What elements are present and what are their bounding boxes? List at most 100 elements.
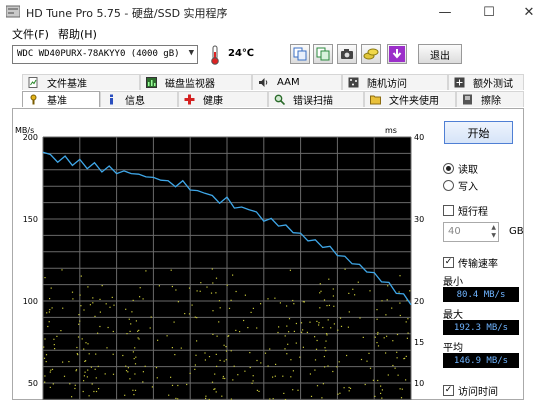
tab-aam[interactable]: AAM bbox=[252, 74, 342, 90]
short-stroke-option[interactable]: 短行程 bbox=[443, 203, 488, 218]
access-time-point bbox=[45, 361, 47, 363]
options-button[interactable] bbox=[361, 44, 381, 64]
copy-text-button[interactable] bbox=[290, 44, 310, 64]
access-time-point bbox=[63, 375, 66, 377]
access-time-point bbox=[338, 361, 340, 363]
read-option[interactable]: 读取 bbox=[443, 161, 478, 176]
tab-file-benchmark[interactable]: 文件基准 bbox=[22, 74, 140, 90]
access-time-option[interactable]: ✓ 访问时间 bbox=[443, 383, 498, 398]
screenshot-button[interactable] bbox=[337, 44, 357, 64]
copy-image-button[interactable] bbox=[313, 44, 333, 64]
y-tick-left: 200 bbox=[23, 133, 38, 142]
access-time-checkbox[interactable]: ✓ bbox=[443, 385, 454, 396]
health-icon bbox=[183, 94, 195, 106]
access-time-point bbox=[223, 344, 225, 346]
access-time-point bbox=[194, 316, 196, 318]
access-time-point bbox=[44, 277, 46, 279]
access-time-point bbox=[194, 368, 196, 370]
access-time-point bbox=[230, 299, 232, 301]
access-time-point bbox=[332, 370, 334, 373]
read-radio[interactable] bbox=[443, 163, 454, 174]
access-time-point bbox=[244, 370, 246, 372]
access-time-point bbox=[93, 390, 95, 393]
short-stroke-spinner[interactable]: 40 ▲ ▼ bbox=[443, 222, 499, 242]
min-label: 最小 bbox=[443, 277, 463, 288]
menu-help[interactable]: 帮助(H) bbox=[58, 26, 97, 42]
tab-health[interactable]: 健康 bbox=[178, 91, 268, 107]
exit-button[interactable]: 退出 bbox=[418, 44, 462, 64]
access-time-point bbox=[50, 287, 52, 289]
access-time-point bbox=[205, 395, 207, 397]
tab-random-access[interactable]: 随机访问 bbox=[342, 74, 448, 90]
access-time-point bbox=[77, 336, 80, 338]
access-time-point bbox=[290, 376, 292, 378]
access-time-point bbox=[134, 389, 137, 391]
start-button[interactable]: 开始 bbox=[444, 121, 513, 144]
access-time-point bbox=[211, 381, 214, 383]
access-time-point bbox=[387, 374, 389, 376]
spin-up-icon[interactable]: ▲ bbox=[491, 224, 496, 231]
folder-usage-icon bbox=[369, 94, 381, 106]
access-time-point bbox=[177, 301, 179, 303]
drive-select[interactable]: WDC WD40PURX-78AKYY0 (4000 gB) ▼ bbox=[12, 45, 198, 64]
tab-error-scan[interactable]: 错误扫描 bbox=[268, 91, 364, 107]
access-time-point bbox=[252, 307, 254, 309]
access-time-point bbox=[92, 297, 94, 299]
minimize-button[interactable]: — bbox=[428, 0, 462, 24]
transfer-rate-option[interactable]: ✓ 传输速率 bbox=[443, 255, 498, 270]
access-time-point bbox=[189, 372, 191, 374]
tab-disk-monitor[interactable]: 磁盘监视器 bbox=[140, 74, 252, 90]
access-time-point bbox=[135, 320, 137, 322]
access-time-point bbox=[98, 388, 100, 390]
tab-extra-tests[interactable]: 额外测试 bbox=[448, 74, 524, 90]
access-time-point bbox=[354, 294, 356, 296]
write-option[interactable]: 写入 bbox=[443, 178, 478, 193]
access-time-point bbox=[125, 370, 128, 372]
access-time-point bbox=[314, 336, 316, 338]
access-time-point bbox=[225, 359, 227, 361]
y-axis-right-unit: ms bbox=[385, 126, 397, 135]
access-time-point bbox=[195, 354, 197, 356]
tab-info[interactable]: 信息 bbox=[100, 91, 178, 107]
tab-benchmark[interactable]: 基准 bbox=[22, 91, 100, 107]
access-time-point bbox=[337, 393, 339, 395]
access-time-point bbox=[396, 351, 398, 353]
access-time-point bbox=[211, 268, 213, 270]
access-time-point bbox=[326, 334, 328, 336]
access-time-point bbox=[210, 292, 213, 294]
access-time-point bbox=[175, 397, 177, 399]
menu-file[interactable]: 文件(F) bbox=[12, 26, 49, 42]
access-time-point bbox=[377, 333, 379, 335]
access-time-point bbox=[94, 368, 96, 370]
short-stroke-checkbox[interactable] bbox=[443, 205, 454, 216]
access-time-point bbox=[325, 340, 327, 342]
access-time-point bbox=[124, 394, 126, 396]
access-time-point bbox=[52, 383, 54, 385]
access-time-point bbox=[83, 348, 85, 350]
access-time-point bbox=[113, 304, 115, 306]
access-time-point bbox=[278, 326, 280, 328]
tab-folder-usage[interactable]: 文件夹使用 bbox=[364, 91, 456, 107]
maximize-button[interactable]: ☐ bbox=[472, 0, 506, 24]
access-time-point bbox=[208, 356, 211, 358]
write-radio[interactable] bbox=[443, 180, 454, 191]
app-icon bbox=[6, 5, 20, 18]
save-button[interactable] bbox=[387, 44, 407, 64]
access-time-point bbox=[89, 304, 91, 306]
access-time-point bbox=[326, 333, 328, 335]
y-tick-left: 50 bbox=[28, 379, 38, 388]
access-time-point bbox=[177, 398, 179, 400]
access-time-point bbox=[348, 292, 350, 294]
access-time-point bbox=[337, 329, 339, 331]
access-time-point bbox=[260, 362, 262, 364]
close-button[interactable]: ✕ bbox=[512, 0, 546, 24]
access-time-point bbox=[188, 313, 191, 315]
access-time-point bbox=[272, 398, 274, 400]
access-time-point bbox=[406, 337, 408, 339]
access-time-point bbox=[343, 387, 345, 389]
access-time-point bbox=[79, 320, 81, 322]
transfer-rate-checkbox[interactable]: ✓ bbox=[443, 257, 454, 268]
spin-down-icon[interactable]: ▼ bbox=[491, 232, 496, 239]
access-time-point bbox=[405, 321, 407, 323]
tab-erase[interactable]: 擦除 bbox=[456, 91, 524, 107]
